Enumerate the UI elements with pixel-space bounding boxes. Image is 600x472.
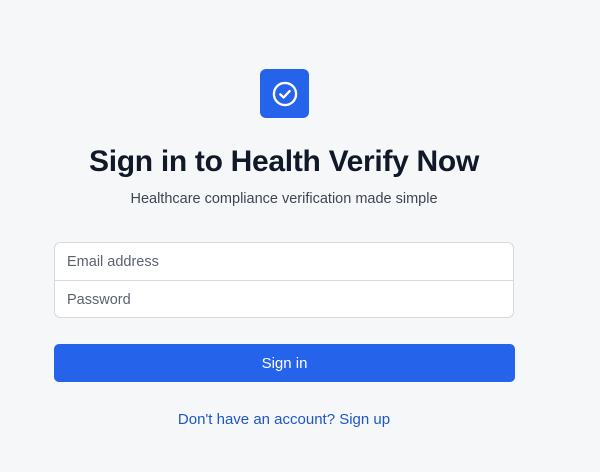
credentials-form	[54, 242, 514, 318]
sign-in-button[interactable]: Sign in	[54, 344, 515, 382]
app-logo	[260, 69, 309, 118]
email-field[interactable]	[55, 243, 513, 280]
check-circle-icon	[272, 81, 297, 106]
sign-up-link[interactable]: Don't have an account? Sign up	[0, 410, 568, 430]
page-subtitle: Healthcare compliance verification made …	[130, 191, 438, 207]
page-title: Sign in to Health Verify Now	[89, 145, 479, 178]
password-field[interactable]	[55, 281, 513, 317]
sign-in-page: Sign in to Health Verify Now Healthcare …	[0, 0, 600, 472]
